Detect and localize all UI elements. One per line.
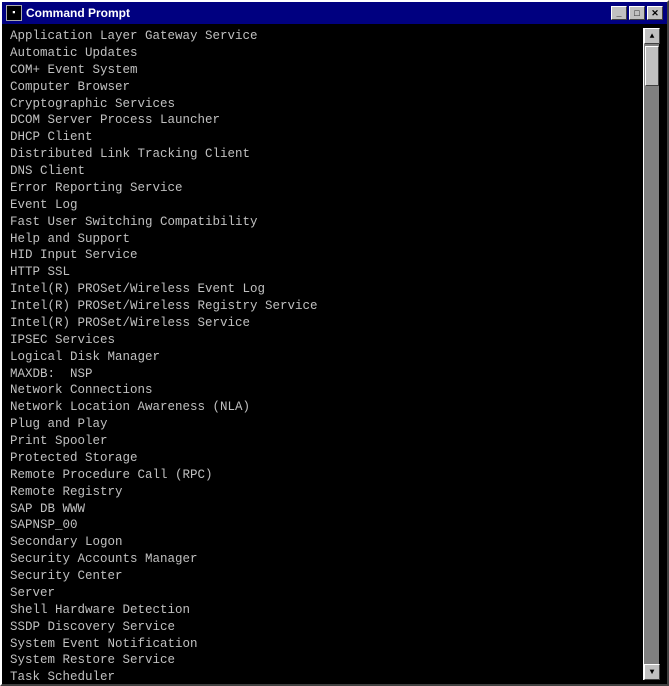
content-area: Application Layer Gateway ServiceAutomat… (2, 24, 667, 684)
terminal-line: Remote Registry (10, 484, 643, 501)
terminal-line: Remote Procedure Call (RPC) (10, 467, 643, 484)
terminal-line: Cryptographic Services (10, 96, 643, 113)
terminal-line: Intel(R) PROSet/Wireless Registry Servic… (10, 298, 643, 315)
command-prompt-window: ▪ Command Prompt _ □ ✕ Application Layer… (0, 0, 669, 686)
terminal-content: Application Layer Gateway ServiceAutomat… (10, 28, 643, 680)
terminal-line: COM+ Event System (10, 62, 643, 79)
terminal-line: HID Input Service (10, 247, 643, 264)
terminal-line: SSDP Discovery Service (10, 619, 643, 636)
close-button[interactable]: ✕ (647, 6, 663, 20)
scrollbar[interactable]: ▲ ▼ (643, 28, 659, 680)
scrollbar-track[interactable] (644, 44, 659, 664)
terminal-line: Print Spooler (10, 433, 643, 450)
terminal-line: DNS Client (10, 163, 643, 180)
terminal-line: Computer Browser (10, 79, 643, 96)
terminal-line: Fast User Switching Compatibility (10, 214, 643, 231)
scroll-up-button[interactable]: ▲ (644, 28, 660, 44)
title-buttons: _ □ ✕ (611, 6, 663, 20)
scrollbar-thumb[interactable] (645, 46, 659, 86)
terminal-line: Server (10, 585, 643, 602)
title-bar: ▪ Command Prompt _ □ ✕ (2, 2, 667, 24)
terminal-line: Network Connections (10, 382, 643, 399)
terminal-line: System Event Notification (10, 636, 643, 653)
terminal-line: Protected Storage (10, 450, 643, 467)
terminal-line: Error Reporting Service (10, 180, 643, 197)
terminal-line: Automatic Updates (10, 45, 643, 62)
minimize-button[interactable]: _ (611, 6, 627, 20)
terminal-line: Plug and Play (10, 416, 643, 433)
title-bar-left: ▪ Command Prompt (6, 5, 130, 21)
terminal-line: IPSEC Services (10, 332, 643, 349)
terminal-line: System Restore Service (10, 652, 643, 669)
terminal-line: MAXDB: NSP (10, 366, 643, 383)
terminal-line: Intel(R) PROSet/Wireless Service (10, 315, 643, 332)
terminal-line: Task Scheduler (10, 669, 643, 680)
terminal-line: Security Accounts Manager (10, 551, 643, 568)
terminal-line: Shell Hardware Detection (10, 602, 643, 619)
terminal-line: Secondary Logon (10, 534, 643, 551)
window-icon: ▪ (6, 5, 22, 21)
terminal-line: Distributed Link Tracking Client (10, 146, 643, 163)
terminal-line: HTTP SSL (10, 264, 643, 281)
maximize-button[interactable]: □ (629, 6, 645, 20)
window-title: Command Prompt (26, 6, 130, 20)
terminal-line: Help and Support (10, 231, 643, 248)
terminal-line: Security Center (10, 568, 643, 585)
terminal-line: SAPNSP_00 (10, 517, 643, 534)
terminal-line: DHCP Client (10, 129, 643, 146)
terminal-line: Intel(R) PROSet/Wireless Event Log (10, 281, 643, 298)
terminal-line: Logical Disk Manager (10, 349, 643, 366)
scroll-down-button[interactable]: ▼ (644, 664, 660, 680)
terminal-line: Event Log (10, 197, 643, 214)
terminal-line: Application Layer Gateway Service (10, 28, 643, 45)
terminal-line: DCOM Server Process Launcher (10, 112, 643, 129)
terminal-line: Network Location Awareness (NLA) (10, 399, 643, 416)
terminal-line: SAP DB WWW (10, 501, 643, 518)
